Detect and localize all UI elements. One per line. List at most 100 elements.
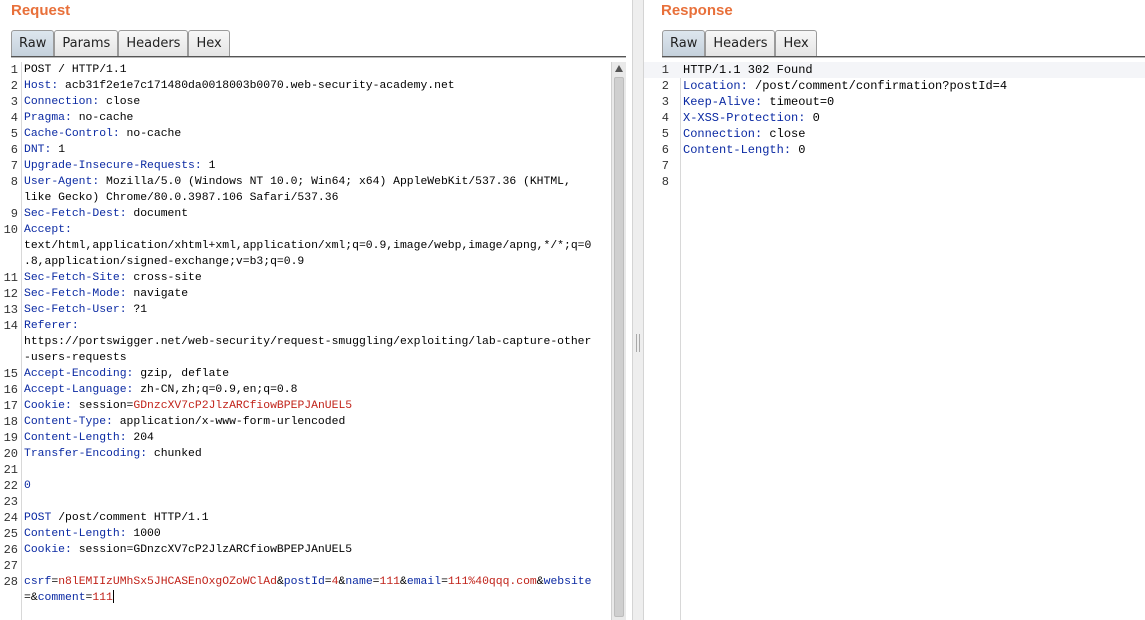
request-line-number: 17 <box>3 399 18 413</box>
request-tab-hex[interactable]: Hex <box>188 30 230 57</box>
response-tab-headers[interactable]: Headers <box>705 30 776 57</box>
request-line: 18 Content-Type: application/x-www-form-u… <box>0 414 611 430</box>
header-value: text/html,application/xhtml+xml,applicat… <box>24 240 592 252</box>
request-line-text: Content-Length: 1000 <box>24 526 611 542</box>
request-line-number: 26 <box>3 543 18 557</box>
request-line: 8 User-Agent: Mozilla/5.0 (Windows NT 10.… <box>0 174 611 190</box>
text-cursor <box>112 590 114 604</box>
parameter-value: 111 <box>379 576 401 588</box>
header-name: Content-Type: <box>24 416 120 428</box>
request-tab-headers[interactable]: Headers <box>118 30 189 57</box>
request-line: 14 Referer: <box>0 318 611 334</box>
request-line-text: Content-Length: 204 <box>24 430 611 446</box>
request-line-text: .8,application/signed-exchange;v=b3;q=0.… <box>24 254 611 270</box>
response-tab-hex[interactable]: Hex <box>775 30 817 57</box>
request-line-number: 8 <box>10 175 18 189</box>
response-line-number: 3 <box>661 95 669 109</box>
request-line: 15 Accept-Encoding: gzip, deflate <box>0 366 611 382</box>
request-line-number: 21 <box>3 463 18 477</box>
request-line-text <box>24 462 611 478</box>
request-line-number <box>0 590 18 606</box>
request-line-number: 18 <box>3 415 18 429</box>
response-line: 5 Connection: close <box>644 126 1145 142</box>
response-tab-divider <box>662 56 1145 58</box>
request-line-text: csrf=n8lEMIIzUMhSx5JHCASEnOxgOZoWClAd&po… <box>24 574 611 590</box>
request-tab-params[interactable]: Params <box>54 30 119 57</box>
header-name: Pragma: <box>24 112 79 124</box>
request-line-text: Host: acb31f2e1e7c171480da0018003b0070.w… <box>24 78 611 94</box>
scroll-up-arrow-icon[interactable] <box>615 65 623 72</box>
request-editor[interactable]: 1 POST / HTTP/1.1 2 Host: acb31f2e1e7c17148… <box>0 62 611 620</box>
response-line-number: 2 <box>661 79 669 93</box>
request-line-text: text/html,application/xhtml+xml,applicat… <box>24 238 611 254</box>
response-line: 2 Location: /post/comment/confirmation?po… <box>644 78 1145 94</box>
request-line: 11 Sec-Fetch-Site: cross-site <box>0 270 611 286</box>
request-line: 26 Cookie: session=GDnzcXV7cP2JlzARCfiowB… <box>0 542 611 558</box>
request-line: 13 Sec-Fetch-User: ?1 <box>0 302 611 318</box>
request-line: https://portswigger.net/web-security/req… <box>0 334 611 350</box>
request-line-number <box>0 190 18 206</box>
header-name: Keep-Alive: <box>683 95 770 109</box>
request-scroll-thumb[interactable] <box>614 77 624 617</box>
request-line-number: 7 <box>10 159 18 173</box>
request-line-number: 24 <box>3 511 18 525</box>
request-line-number: 4 <box>10 111 18 125</box>
header-value: https://portswigger.net/web-security/req… <box>24 336 592 348</box>
request-line: 25 Content-Length: 1000 <box>0 526 611 542</box>
header-value: & <box>536 576 544 588</box>
request-line-number: 13 <box>3 303 18 317</box>
request-panel: Request Raw Params Headers Hex 1 POST / H… <box>0 0 632 620</box>
response-line: 3 Keep-Alive: timeout=0 <box>644 94 1145 110</box>
response-line-number: 6 <box>661 143 669 157</box>
header-value: & <box>30 592 38 604</box>
header-value: HTTP/1.1 302 Found <box>683 63 813 77</box>
request-line: text/html,application/xhtml+xml,applicat… <box>0 238 611 254</box>
header-name: website <box>543 576 592 588</box>
request-line-text <box>24 494 611 510</box>
header-name: Host: <box>24 80 66 92</box>
header-name: Referer: <box>24 320 86 332</box>
header-value: = <box>441 576 448 588</box>
header-name: DNT: <box>24 144 59 156</box>
response-editor[interactable]: 1 HTTP/1.1 302 Found 2 Location: /post/comm… <box>644 62 1145 620</box>
request-line: 21 <box>0 462 611 478</box>
request-line-number: 10 <box>3 223 18 237</box>
header-value: 1 <box>58 144 66 156</box>
request-line-text: POST / HTTP/1.1 <box>24 62 611 78</box>
request-line: =&comment=111 <box>0 590 611 606</box>
response-line-text: X-XSS-Protection: 0 <box>683 110 1145 126</box>
request-line-number: 6 <box>10 143 18 157</box>
request-lines: 1 POST / HTTP/1.1 2 Host: acb31f2e1e7c17148… <box>0 62 611 606</box>
request-line-text: 0 <box>24 478 611 494</box>
header-name: Sec-Fetch-User: <box>24 304 134 316</box>
header-value: no-cache <box>126 128 182 140</box>
request-line-text: Accept-Encoding: gzip, deflate <box>24 366 611 382</box>
request-line-number <box>0 334 18 350</box>
request-line-text: Content-Type: application/x-www-form-url… <box>24 414 611 430</box>
request-line: 19 Content-Length: 204 <box>0 430 611 446</box>
request-line: 10 Accept: <box>0 222 611 238</box>
response-line-text <box>683 158 1145 174</box>
split-pane-divider[interactable] <box>632 0 644 620</box>
header-value: 0 <box>798 143 806 157</box>
request-line-text: =&comment=111 <box>24 590 611 606</box>
request-scrollbar[interactable] <box>611 62 626 620</box>
request-line-number <box>0 350 18 366</box>
response-line-number: 4 <box>661 111 669 125</box>
header-value: zh-CN,zh;q=0.9,en;q=0.8 <box>140 384 298 396</box>
response-line-number: 5 <box>661 127 669 141</box>
response-title: Response <box>661 2 733 19</box>
header-name: name <box>345 576 373 588</box>
response-line-text <box>683 174 1145 190</box>
request-line-text: Sec-Fetch-Mode: navigate <box>24 286 611 302</box>
header-value: 1000 <box>133 528 161 540</box>
response-tab-raw[interactable]: Raw <box>662 30 706 57</box>
request-tab-raw[interactable]: Raw <box>11 30 55 57</box>
header-name: Transfer-Encoding: <box>24 448 154 460</box>
request-line-text: DNT: 1 <box>24 142 611 158</box>
header-value: navigate <box>133 288 189 300</box>
header-name: Cookie: <box>24 400 79 412</box>
request-line: 4 Pragma: no-cache <box>0 110 611 126</box>
request-line-text: Accept-Language: zh-CN,zh;q=0.9,en;q=0.8 <box>24 382 611 398</box>
header-value: cross-site <box>133 272 202 284</box>
